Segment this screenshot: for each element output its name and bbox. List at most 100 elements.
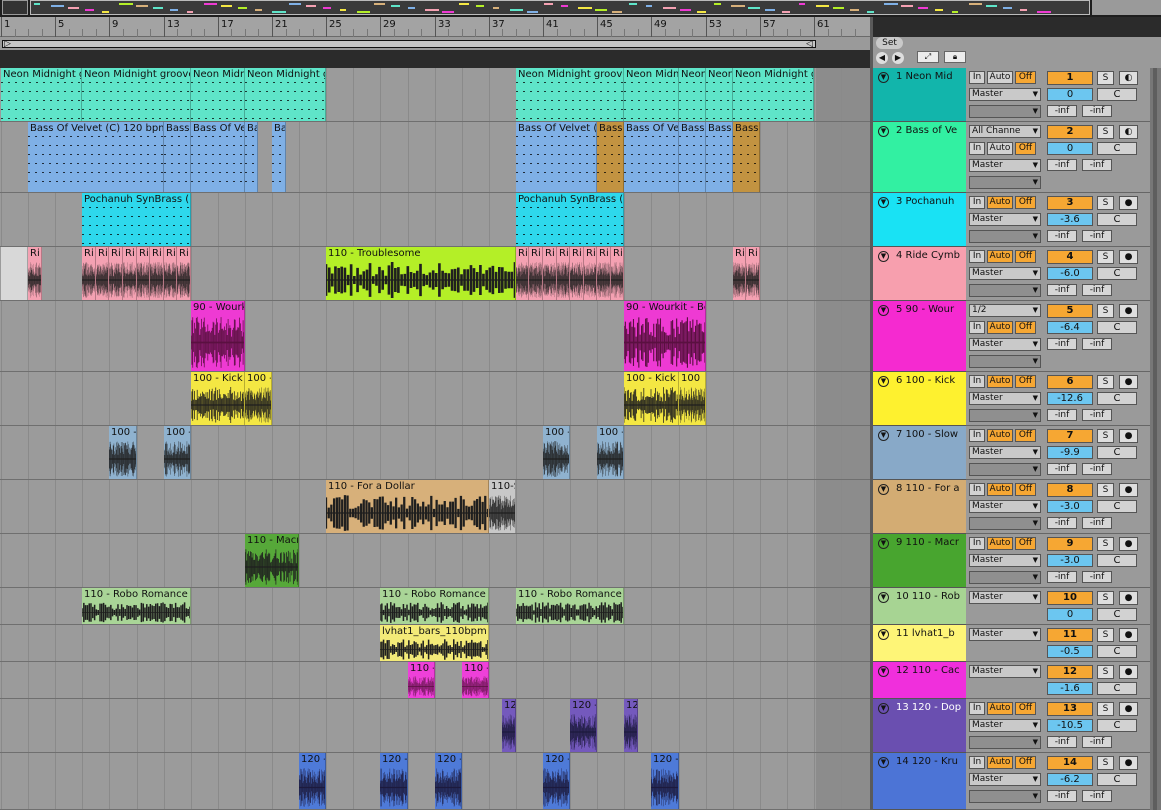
track-lane[interactable] (0, 699, 872, 753)
output-channel-dropdown[interactable] (969, 176, 1041, 189)
monitor-off-button[interactable]: Off (1015, 142, 1036, 155)
send-b-field[interactable]: -inf (1082, 463, 1112, 475)
track-activator-button[interactable]: 5 (1047, 304, 1093, 318)
fold-triangle-icon[interactable]: ▼ (878, 592, 889, 603)
volume-field[interactable]: -3.0 (1047, 554, 1093, 567)
arrangement-clip[interactable]: Ri (597, 247, 611, 300)
track-header[interactable]: ▼ 1 Neon Mid (873, 68, 966, 122)
solo-button[interactable]: S (1097, 665, 1114, 679)
output-channel-dropdown[interactable] (969, 571, 1041, 584)
arm-record-icon[interactable]: ● (1119, 537, 1138, 551)
output-channel-dropdown[interactable] (969, 230, 1041, 243)
track-lane[interactable] (0, 534, 872, 588)
output-channel-dropdown[interactable] (969, 105, 1041, 118)
output-channel-dropdown[interactable] (969, 790, 1041, 803)
send-b-field[interactable]: -inf (1082, 338, 1112, 350)
solo-button[interactable]: S (1097, 250, 1114, 264)
monitor-auto-button[interactable]: Auto (987, 250, 1013, 263)
pan-field[interactable]: C (1097, 554, 1137, 567)
arrangement-clip[interactable]: 110 - Robo Romance - (82, 588, 191, 624)
fold-triangle-icon[interactable]: ▼ (878, 72, 889, 83)
monitor-auto-button[interactable]: Auto (987, 702, 1013, 715)
fold-triangle-icon[interactable]: ▼ (878, 757, 889, 768)
output-routing-dropdown[interactable]: Master (969, 665, 1041, 678)
arm-record-icon[interactable]: ● (1119, 702, 1138, 716)
arrangement-clip[interactable]: Ri (164, 247, 177, 300)
fold-triangle-icon[interactable]: ▼ (878, 484, 889, 495)
track-activator-button[interactable]: 8 (1047, 483, 1093, 497)
arrangement-clip[interactable]: Ri (733, 247, 746, 300)
arrangement-clip[interactable]: 100 - Kick (191, 372, 245, 425)
track-header[interactable]: ▼ 14 120 - Kru (873, 753, 966, 810)
fold-triangle-icon[interactable]: ▼ (878, 305, 889, 316)
arrangement-clip[interactable]: 120 - (570, 699, 597, 752)
output-routing-dropdown[interactable]: Master (969, 88, 1041, 101)
output-routing-dropdown[interactable]: Master (969, 773, 1041, 786)
arm-record-icon[interactable]: ● (1119, 250, 1138, 264)
send-a-field[interactable]: -inf (1047, 230, 1077, 242)
arrangement-clip[interactable]: Bass Of Velvet (C) 120 bpm (272, 122, 286, 192)
arrangement-clip[interactable]: 110 - For a Dollar (326, 480, 489, 533)
vertical-scrollbar[interactable] (1150, 68, 1161, 810)
back-arrow-icon[interactable]: ◀ (876, 52, 888, 64)
arrangement-clip[interactable]: Neon Midnight groove (516, 68, 624, 121)
arrangement-clip[interactable]: Bass Of Velvet (C) 120 bpm (516, 122, 597, 192)
monitor-in-button[interactable]: In (969, 142, 985, 155)
arrangement-clip[interactable]: Bass Of Velvet (C) 120 bpm (624, 122, 679, 192)
arrangement-clip[interactable]: Bass Of Velvet (C) 120 bpm (245, 122, 258, 192)
arrangement-clip[interactable]: 120 - (299, 753, 326, 809)
arrangement-clip[interactable]: Bass Of Velvet (C) 120 bpm (191, 122, 245, 192)
arrangement-clip[interactable]: Bass Of Velvet (C) 120 bpm (28, 122, 164, 192)
arrangement-clip[interactable]: Bass Of Velvet (C) 120 bpm (164, 122, 191, 192)
track-name[interactable]: 7 100 - Slow (896, 429, 958, 440)
arm-record-icon[interactable]: ● (1119, 196, 1138, 210)
track-name[interactable]: 5 90 - Wour (896, 304, 954, 315)
track-lane[interactable] (0, 301, 872, 372)
fold-triangle-icon[interactable]: ▼ (878, 197, 889, 208)
send-a-field[interactable]: -inf (1047, 517, 1077, 529)
track-header[interactable]: ▼ 5 90 - Wour (873, 301, 966, 372)
arrangement-clip[interactable]: 100 - (164, 426, 191, 479)
solo-button[interactable]: S (1097, 591, 1114, 605)
arrangement-clip[interactable]: Neon Midnight groove (624, 68, 679, 121)
fold-triangle-icon[interactable]: ▼ (878, 703, 889, 714)
arrangement-clip[interactable]: 100 - (109, 426, 137, 479)
arrangement-clip[interactable]: 100 - (245, 372, 272, 425)
empty-clip-slot[interactable] (1, 247, 28, 300)
output-routing-dropdown[interactable]: Master (969, 628, 1041, 641)
arrangement-clip[interactable]: 90 - Wourk (191, 301, 245, 371)
arm-record-icon[interactable]: ● (1119, 483, 1138, 497)
arrangement-clip[interactable]: 90 - Wourkit - Be (624, 301, 706, 371)
arrangement-clip[interactable]: Ri (123, 247, 137, 300)
arrangement-overview[interactable] (0, 0, 1161, 17)
solo-button[interactable]: S (1097, 375, 1114, 389)
arrangement-clip[interactable]: Bass Of Velvet (C) 120 bpm (679, 122, 706, 192)
arrangement-clip[interactable]: 110 - Troublesome (326, 247, 516, 300)
monitor-in-button[interactable]: In (969, 321, 985, 334)
volume-field[interactable]: 0 (1047, 608, 1093, 621)
pan-field[interactable]: C (1097, 88, 1137, 101)
track-lane[interactable] (0, 372, 872, 426)
arrangement-clip[interactable]: 100 - (597, 426, 624, 479)
arrangement-clip[interactable]: 100 - Kick (624, 372, 679, 425)
arrangement-clip[interactable]: Ri (82, 247, 96, 300)
output-routing-dropdown[interactable]: Master (969, 338, 1041, 351)
send-a-field[interactable]: -inf (1047, 790, 1077, 802)
solo-button[interactable]: S (1097, 125, 1114, 139)
send-a-field[interactable]: -inf (1047, 284, 1077, 296)
send-b-field[interactable]: -inf (1082, 159, 1112, 171)
monitor-in-button[interactable]: In (969, 756, 985, 769)
fold-triangle-icon[interactable]: ▼ (878, 126, 889, 137)
arrangement-clip[interactable]: Ri (137, 247, 150, 300)
track-activator-button[interactable]: 7 (1047, 429, 1093, 443)
arrangement-clip[interactable]: Bass (733, 122, 760, 192)
volume-field[interactable]: 0 (1047, 88, 1093, 101)
arrangement-clip[interactable]: Ri (109, 247, 123, 300)
arrangement-clip[interactable]: Ri (529, 247, 543, 300)
arrangement-clip[interactable]: Neon Midnight groove (1, 68, 82, 121)
output-channel-dropdown[interactable] (969, 517, 1041, 530)
track-activator-button[interactable]: 12 (1047, 665, 1093, 679)
monitor-off-button[interactable]: Off (1015, 483, 1036, 496)
output-channel-dropdown[interactable] (969, 409, 1041, 422)
track-activator-button[interactable]: 3 (1047, 196, 1093, 210)
